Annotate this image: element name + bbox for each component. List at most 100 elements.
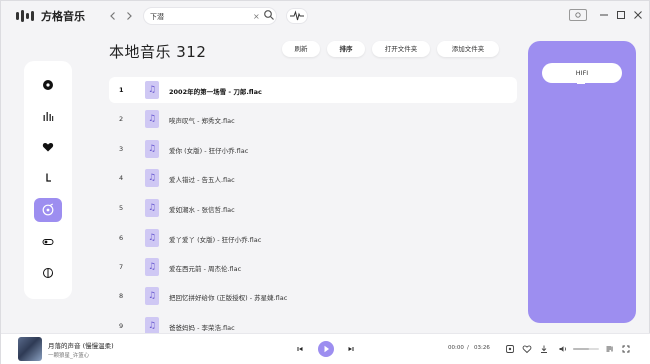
chevron-left-icon [110,12,115,20]
track-name: 爱如潮水 - 张信哲.flac [169,206,235,214]
track-name: 唉声叹气 - 郑秀文.flac [169,117,235,125]
audio-wave-button[interactable] [286,8,308,24]
music-file-icon: ♫ [145,317,159,333]
player-bar: 月落的声音 (慢慢温柔) 一颗狼星_许篮心 00:00 / 03:26 [1,333,650,364]
leaf-icon [42,267,54,279]
track-name: 2002年的第一场雪 - 刀郎.flac [169,88,262,96]
track-name: 爱人错过 - 告五人.flac [169,176,235,184]
track-number: 9 [119,322,124,330]
logo-icon [16,10,34,22]
maximize-icon [617,11,625,19]
now-playing-panel: HIFI [528,41,636,323]
track-number: 7 [119,263,124,271]
track-number: 1 [119,86,124,94]
bar-chart-icon [43,112,54,121]
minimize-icon [600,14,608,16]
track-number: 8 [119,292,124,300]
music-file-icon: ♫ [145,258,159,276]
clear-search-button[interactable]: × [253,11,260,22]
track-number: 6 [119,234,124,242]
music-file-icon: ♫ [145,81,159,99]
sidebar-item-discover[interactable] [34,73,62,97]
track-row[interactable]: 3 ♫ 爱你 (女版) - 狂仔小乔.flac [109,136,517,162]
add-folder-button[interactable]: 添加文件夹 [437,41,499,57]
title-bar: 方格音乐 × [1,1,650,31]
sort-button[interactable]: 排序 [327,41,365,57]
play-button[interactable] [318,341,334,357]
mini-mode-button[interactable] [569,9,587,21]
music-file-icon: ♫ [145,287,159,305]
download-icon [46,173,51,182]
total-time: 03:26 [474,345,490,351]
music-file-icon: ♫ [145,229,159,247]
page-title: 本地音乐 312 [109,43,207,61]
search-icon [264,10,274,20]
search-box: × [143,7,277,25]
playlist-icon [606,346,613,352]
track-name: 爸爸妈妈 - 李荣浩.flac [169,324,235,332]
sidebar-item-local-music[interactable] [34,198,62,222]
app-name: 方格音乐 [41,10,85,23]
hifi-mode-button[interactable]: HIFI [542,63,622,83]
track-name: 爱丫爱丫 (女版) - 狂仔小乔.flac [169,236,262,244]
chevron-right-icon [127,12,132,20]
disc-icon [43,80,53,90]
play-icon [324,345,329,353]
current-time: 00:00 [448,345,464,351]
app-window: 方格音乐 × [0,0,650,364]
expand-icon [622,345,630,353]
playlist-button[interactable] [605,344,615,354]
sidebar-item-downloads[interactable] [34,166,62,190]
track-row[interactable]: 5 ♫ 爱如潮水 - 张信哲.flac [109,195,517,221]
track-row[interactable]: 1 ♫ 2002年的第一场雪 - 刀郎.flac [109,77,517,103]
toggle-icon [42,239,54,245]
volume-level [573,348,589,350]
volume-slider[interactable] [573,348,599,350]
now-playing-artist: 一颗狼星_许篮心 [48,353,90,359]
now-playing-title: 月落的声音 (慢慢温柔) [48,342,114,350]
forward-button[interactable] [123,10,135,22]
download-button[interactable] [539,344,549,354]
app-logo: 方格音乐 [15,8,85,24]
lyrics-button[interactable] [505,344,515,354]
track-name: 把回忆拼好给你 (正版授权) - 苏星婕.flac [169,294,288,302]
music-file-icon: ♫ [145,140,159,158]
next-button[interactable] [346,344,356,354]
sidebar-item-favorites[interactable] [34,135,62,159]
time-separator: / [467,345,469,351]
refresh-button[interactable]: 刷新 [282,41,320,57]
skip-next-icon [348,347,354,351]
waveform-icon [290,10,304,21]
heart-outline-icon [522,345,532,354]
volume-button[interactable] [558,344,568,354]
track-row[interactable]: 4 ♫ 爱人错过 - 告五人.flac [109,165,517,191]
track-number: 2 [119,115,124,123]
track-row[interactable]: 8 ♫ 把回忆拼好给你 (正版授权) - 苏星婕.flac [109,283,517,309]
minimize-button[interactable] [597,9,611,21]
album-cover[interactable] [18,337,42,361]
track-row[interactable]: 9 ♫ 爸爸妈妈 - 李荣浩.flac [109,313,517,333]
maximize-button[interactable] [614,9,628,21]
sidebar-item-charts[interactable] [34,104,62,128]
search-input[interactable] [150,11,250,22]
music-file-icon: ♫ [145,199,159,217]
previous-button[interactable] [295,344,305,354]
track-name: 爱在西元前 - 周杰伦.flac [169,265,242,273]
hifi-indicator [577,81,585,84]
track-number: 5 [119,204,124,212]
close-button[interactable] [631,9,645,21]
fullscreen-button[interactable] [621,344,631,354]
sidebar-item-theme[interactable] [34,261,62,285]
back-button[interactable] [107,10,119,22]
track-row[interactable]: 7 ♫ 爱在西元前 - 周杰伦.flac [109,254,517,280]
gear-icon [575,12,581,18]
like-button[interactable] [522,344,532,354]
track-name: 爱你 (女版) - 狂仔小乔.flac [169,147,249,155]
sidebar-item-settings[interactable] [34,230,62,254]
search-button[interactable] [263,9,275,21]
sidebar [24,61,72,299]
track-row[interactable]: 2 ♫ 唉声叹气 - 郑秀文.flac [109,106,517,132]
lyrics-icon [506,345,514,353]
open-folder-button[interactable]: 打开文件夹 [372,41,430,57]
track-row[interactable]: 6 ♫ 爱丫爱丫 (女版) - 狂仔小乔.flac [109,225,517,251]
